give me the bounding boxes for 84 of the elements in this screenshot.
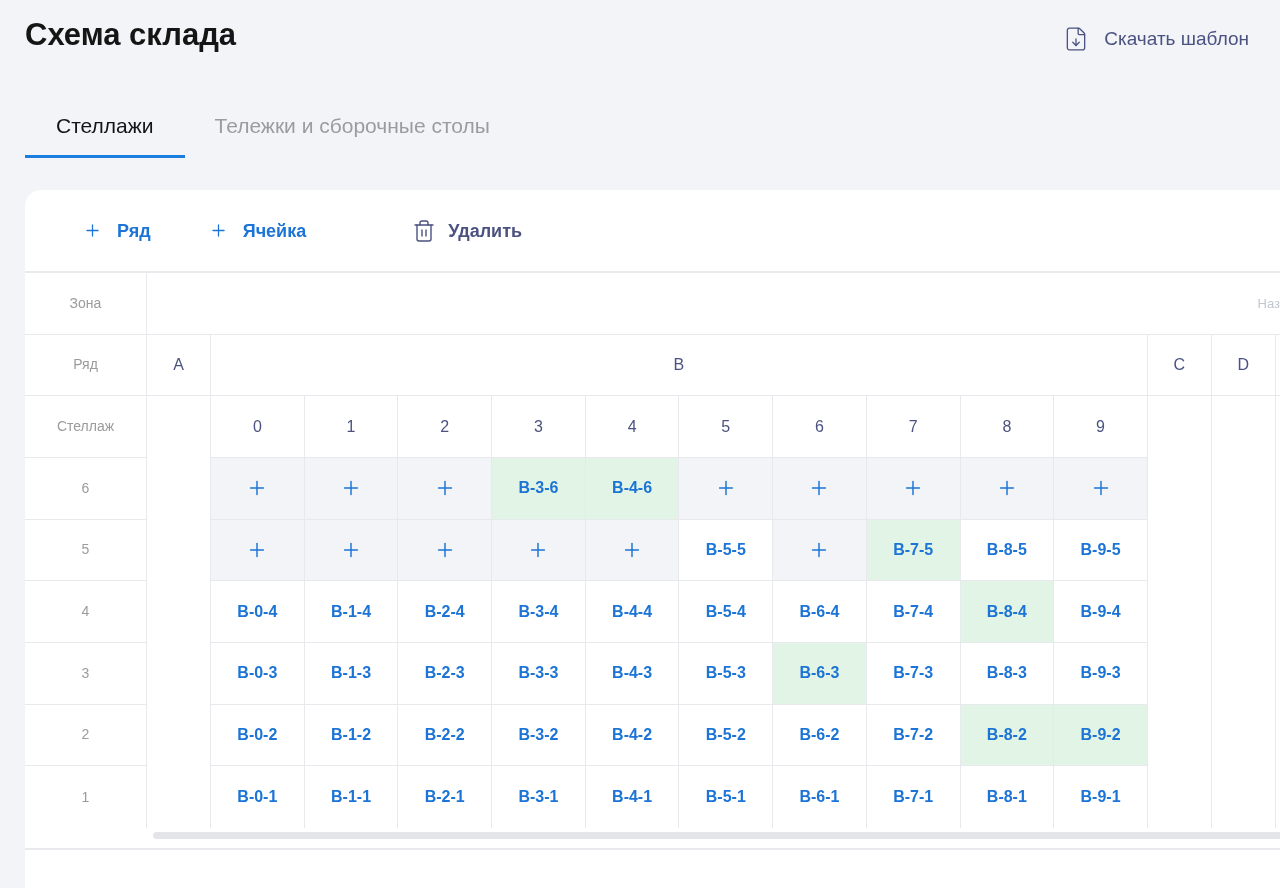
storage-cell[interactable]: B-4-2 bbox=[585, 704, 680, 767]
storage-cell[interactable]: B-4-3 bbox=[585, 642, 680, 705]
storage-cell[interactable]: B-3-2 bbox=[492, 704, 586, 767]
storage-cell[interactable]: B-6-2 bbox=[773, 704, 867, 767]
storage-cell[interactable]: B-8-4 bbox=[960, 581, 1055, 643]
storage-cell[interactable]: B-7-5 bbox=[866, 519, 961, 582]
add-cell-button[interactable] bbox=[773, 457, 867, 520]
storage-cell[interactable]: B-9-3 bbox=[1054, 642, 1148, 705]
add-cell-button[interactable] bbox=[1054, 457, 1148, 520]
add-cell-button[interactable] bbox=[492, 519, 586, 582]
add-cell-button[interactable] bbox=[960, 457, 1055, 520]
add-cell-button[interactable] bbox=[679, 457, 774, 520]
plus-icon bbox=[83, 221, 102, 240]
storage-cell[interactable]: B-4-4 bbox=[585, 581, 680, 643]
storage-cell[interactable]: B-8-3 bbox=[960, 642, 1055, 705]
storage-cell[interactable]: B-1-2 bbox=[304, 704, 399, 767]
storage-cell[interactable]: B-1-4 bbox=[304, 581, 399, 643]
storage-cell[interactable]: B-3-3 bbox=[492, 642, 586, 705]
level-number: 5 bbox=[25, 519, 147, 582]
storage-cell[interactable]: B-5-4 bbox=[679, 581, 774, 643]
level-number: 2 bbox=[25, 704, 147, 767]
storage-cell[interactable]: B-7-3 bbox=[866, 642, 961, 705]
storage-cell[interactable]: B-5-3 bbox=[679, 642, 774, 705]
header-label: Ряд bbox=[25, 334, 147, 397]
level-number: 4 bbox=[25, 581, 147, 643]
tab[interactable]: Стеллажи bbox=[25, 94, 185, 158]
storage-cell[interactable]: B-0-2 bbox=[211, 704, 305, 767]
rack-number: 8 bbox=[960, 396, 1055, 458]
storage-cell[interactable]: B-7-2 bbox=[866, 704, 961, 767]
row-letter: D bbox=[1211, 334, 1276, 397]
storage-cell[interactable]: B-2-4 bbox=[398, 581, 493, 643]
storage-cell[interactable]: B-0-4 bbox=[211, 581, 305, 643]
add-cell-button[interactable] bbox=[304, 519, 399, 582]
rack-number: 7 bbox=[866, 396, 961, 458]
add-button[interactable]: Ряд bbox=[83, 216, 151, 245]
storage-cell[interactable]: B-9-2 bbox=[1054, 704, 1148, 767]
storage-cell[interactable]: B-9-4 bbox=[1054, 581, 1148, 643]
zone-name-field[interactable]: Наз bbox=[147, 273, 1280, 334]
add-cell-button[interactable] bbox=[773, 519, 867, 582]
level-number: 6 bbox=[25, 457, 147, 520]
storage-cell[interactable]: B-8-2 bbox=[960, 704, 1055, 767]
scrollbar[interactable] bbox=[153, 831, 1280, 839]
rack-number: 2 bbox=[398, 396, 493, 458]
download-template-link[interactable]: Скачать шаблон bbox=[1063, 25, 1249, 53]
storage-cell[interactable]: B-3-6 bbox=[492, 457, 586, 520]
storage-cell[interactable]: B-6-3 bbox=[773, 642, 867, 705]
storage-cell[interactable]: B-1-3 bbox=[304, 642, 399, 705]
rack-number: 6 bbox=[773, 396, 867, 458]
add-cell-button[interactable] bbox=[866, 457, 961, 520]
storage-cell[interactable]: B-5-2 bbox=[679, 704, 774, 767]
storage-cell[interactable]: B-8-5 bbox=[960, 519, 1055, 582]
add-cell-button[interactable] bbox=[211, 457, 305, 520]
row-letter: B bbox=[211, 334, 1148, 397]
add-cell-button[interactable] bbox=[585, 519, 680, 582]
add-cell-button[interactable] bbox=[398, 519, 493, 582]
level-number: 3 bbox=[25, 642, 147, 705]
level-number: 1 bbox=[25, 766, 147, 828]
add-cell-button[interactable] bbox=[304, 457, 399, 520]
header-label: Стеллаж bbox=[25, 396, 147, 458]
trash-icon bbox=[412, 218, 437, 243]
rack-number: 9 bbox=[1054, 396, 1148, 458]
add-cell-button[interactable] bbox=[211, 519, 305, 582]
storage-cell[interactable]: B-7-4 bbox=[866, 581, 961, 643]
storage-cell[interactable]: B-0-3 bbox=[211, 642, 305, 705]
page-title: Схема склада bbox=[25, 16, 237, 54]
tab[interactable]: Тележки и сборочные столы bbox=[184, 94, 520, 158]
delete-button[interactable]: Удалить bbox=[412, 216, 523, 245]
storage-cell[interactable]: B-4-6 bbox=[585, 457, 680, 520]
storage-cell[interactable]: B-2-2 bbox=[398, 704, 493, 767]
row-letter: A bbox=[147, 334, 211, 397]
header-label: Зона bbox=[25, 273, 147, 335]
row-letter: C bbox=[1147, 334, 1212, 397]
storage-cell[interactable]: B-5-5 bbox=[679, 519, 774, 582]
rack-number: 0 bbox=[211, 396, 305, 458]
rack-number: 3 bbox=[492, 396, 586, 458]
storage-cell[interactable]: B-9-5 bbox=[1054, 519, 1148, 582]
storage-cell[interactable]: B-6-4 bbox=[773, 581, 867, 643]
storage-cell[interactable]: B-2-3 bbox=[398, 642, 493, 705]
rack-number: 1 bbox=[304, 396, 399, 458]
storage-cell[interactable]: B-3-4 bbox=[492, 581, 586, 643]
add-button[interactable]: Ячейка bbox=[208, 216, 307, 245]
add-cell-button[interactable] bbox=[398, 457, 493, 520]
rack-number: 5 bbox=[679, 396, 774, 458]
rack-number: 4 bbox=[585, 396, 680, 458]
